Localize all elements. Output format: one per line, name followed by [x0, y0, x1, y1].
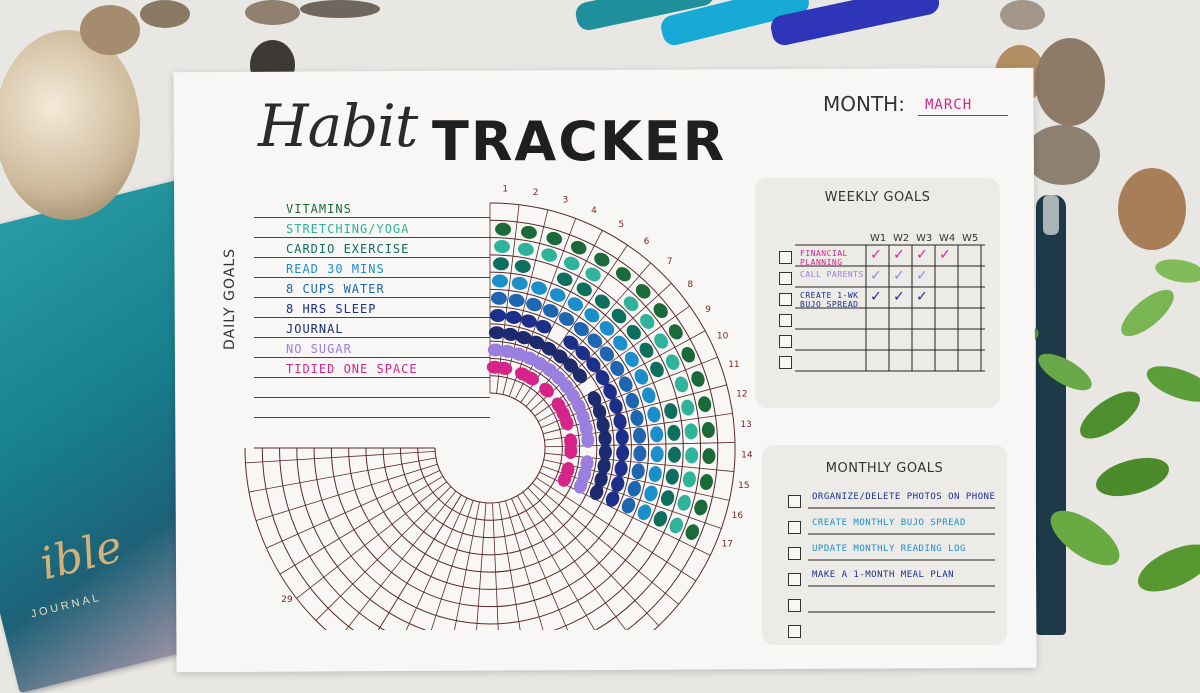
monthly-goal-label: MAKE A 1-MONTH MEAL PLAN	[812, 570, 955, 580]
monthly-goal-label: UPDATE MONTHLY READING LOG	[812, 544, 966, 554]
monthly-goal-checkbox[interactable]	[788, 495, 801, 508]
monthly-goal-checkbox[interactable]	[788, 625, 801, 638]
monthly-goal-label: CREATE MONTHLY BUJO SPREAD	[812, 518, 966, 528]
monthly-lines	[808, 507, 995, 613]
monthly-goal-checkbox[interactable]	[788, 521, 801, 534]
photo-scene: ible JOURNAL Habit TRACKER MONTH: MARCH …	[0, 0, 1200, 693]
monthly-goal-checkbox[interactable]	[788, 573, 801, 586]
monthly-goal-checkbox[interactable]	[788, 599, 801, 612]
monthly-goal-label: ORGANIZE/DELETE PHOTOS ON PHONE	[812, 492, 996, 502]
monthly-goal-checkbox[interactable]	[788, 547, 801, 560]
